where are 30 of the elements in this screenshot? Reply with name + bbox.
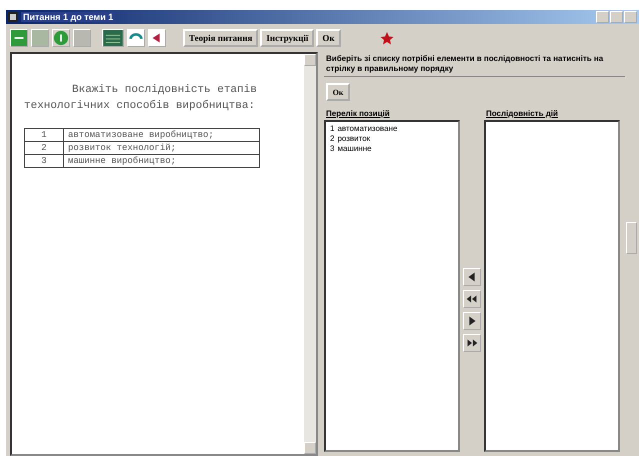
ok-button[interactable]: Ок [326, 83, 350, 101]
instruction-text: Виберіть зі списку потрібні елементи в послідовності та натисніть на стрілку в правильному порядку [324, 52, 625, 77]
table-cell: автоматизоване виробництво; [64, 128, 260, 142]
window-title: Питання 1 до теми 1 [21, 12, 116, 22]
list-item[interactable]: 3 машинне [330, 144, 454, 154]
grid-icon[interactable] [102, 29, 124, 47]
sequence-list[interactable] [484, 120, 620, 452]
minimize-button[interactable] [596, 11, 609, 23]
list-item[interactable]: 1 автоматизоване [330, 124, 454, 134]
page-icon[interactable] [31, 29, 49, 47]
list-item[interactable]: 2 розвиток [330, 134, 454, 144]
table-cell: розвиток технологій; [64, 142, 260, 154]
maximize-button[interactable] [610, 11, 623, 23]
table-cell: 3 [24, 154, 64, 168]
table-cell: 2 [24, 142, 64, 154]
scrollbar[interactable] [304, 54, 316, 454]
toolbar-button[interactable]: Ок [316, 29, 341, 47]
star-icon[interactable] [380, 31, 394, 45]
list-title: Послідовність дій [485, 108, 559, 120]
question-text: Вкажіть послідовність етапів технологічних способів виробництва: [24, 83, 258, 114]
positions-list[interactable]: 1 автоматизоване 2 розвиток 3 машинне [324, 120, 460, 452]
list-title: Перелік позицій [325, 108, 391, 120]
toolbar-button[interactable]: Теорія питання [183, 29, 258, 47]
table-cell: 1 [24, 128, 64, 142]
page-icon[interactable] [73, 29, 91, 47]
table-cell: машинне виробництво; [64, 154, 260, 168]
scrollbar[interactable] [626, 222, 637, 254]
app-icon [8, 12, 18, 22]
close-button[interactable] [624, 11, 637, 23]
toolbar-button[interactable]: Інструкції [260, 29, 314, 47]
